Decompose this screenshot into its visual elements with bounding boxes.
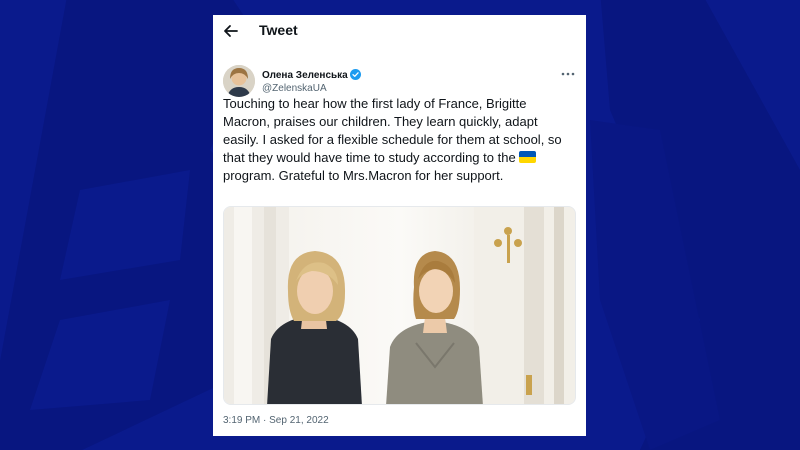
avatar[interactable] [223,65,255,97]
more-options-icon[interactable] [560,67,576,79]
author-handle[interactable]: @ZelenskaUA [262,83,327,94]
tweet-header: Tweet [213,15,586,45]
ukraine-flag-icon [519,151,537,163]
verified-badge-icon [349,69,361,80]
author-name[interactable]: Олена Зеленська [262,69,361,81]
tweet-card: Tweet Олена Зеленська @ZelenskaUA Touchi… [213,15,586,436]
tweet-photo[interactable] [223,206,576,405]
author-name-text[interactable]: Олена Зеленська [262,70,348,81]
tweet-text-part2: program. Grateful to Mrs.Macron for her … [223,168,504,183]
tweet-text: Touching to hear how the first lady of F… [223,95,576,185]
tweet-timestamp[interactable]: 3:19 PM · Sep 21, 2022 [223,415,329,426]
page-title: Tweet [259,22,298,38]
tweet-text-part1: Touching to hear how the first lady of F… [223,96,562,165]
arrow-left-icon[interactable] [222,22,240,40]
